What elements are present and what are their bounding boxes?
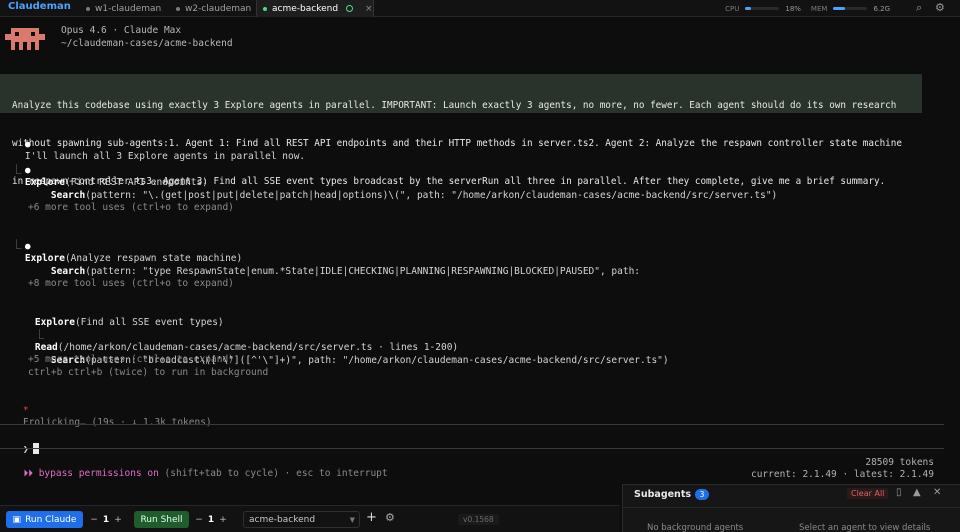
cpu-label: CPU	[725, 4, 740, 13]
app-version: v0.1568	[458, 514, 499, 525]
tab-status-dot	[263, 6, 267, 11]
input-divider-top	[0, 424, 944, 425]
bullet-icon: ●	[24, 240, 31, 252]
mem-meter-fill	[833, 7, 846, 10]
decrement-button[interactable]: −	[88, 515, 100, 525]
tree-connector-icon: ⎿	[34, 329, 45, 341]
tab-status-dot	[86, 6, 90, 11]
agent-3-more[interactable]: +5 more tool uses (ctrl+o to expand)	[28, 354, 234, 367]
tab-acme-backend[interactable]: acme-backend ×	[256, 0, 374, 17]
close-icon[interactable]: ✕	[933, 487, 941, 498]
tab-label: acme-backend	[272, 3, 339, 14]
terminal-icon: ▣	[12, 514, 22, 525]
prompt-line: Analyze this codebase using exactly 3 Ex…	[12, 100, 897, 112]
session-select[interactable]: acme-backend ▼	[243, 511, 360, 528]
activity-ring-icon	[346, 5, 354, 12]
run-claude-button[interactable]: ▣ Run Claude	[6, 511, 83, 528]
bypass-mode: bypass permissions on	[38, 468, 159, 479]
mem-meter	[833, 7, 868, 10]
working-directory: ~/claudeman-cases/acme-backend	[61, 38, 233, 49]
add-session-button[interactable]: +	[366, 510, 377, 525]
system-stats: CPU 18% MEM 6.2G	[725, 0, 900, 17]
run-shell-button[interactable]: Run Shell	[134, 511, 189, 528]
tree-connector-icon: ⎿	[12, 165, 22, 176]
bottom-toolbar: ▣ Run Claude − 1 + Run Shell − 1 + acme-…	[0, 505, 620, 532]
shell-count: 1	[207, 514, 215, 525]
spinner-text: Frolicking… (19s · ↓ 1.3k tokens)	[22, 417, 212, 429]
pin-icon[interactable]: ⌕	[916, 1, 922, 15]
run-claude-label: Run Claude	[25, 514, 77, 525]
tab-label: w2-claudeman	[185, 3, 252, 14]
detach-icon[interactable]: ▯	[896, 487, 902, 498]
claude-mascot-icon	[5, 28, 45, 50]
tool-name: Search	[50, 265, 86, 277]
agent-1-more[interactable]: +6 more tool uses (ctrl+o to expand)	[28, 202, 234, 215]
permission-status: ⏵⏵ bypass permissions on (shift+tab to c…	[12, 457, 388, 479]
tab-w1-claudeman[interactable]: w1-claudeman	[78, 0, 164, 17]
version-info: current: 2.1.49 · latest: 2.1.49	[750, 469, 934, 480]
background-hint: ctrl+b ctrl+b (twice) to run in backgrou…	[28, 367, 269, 378]
session-select-value: acme-backend	[249, 514, 316, 525]
shell-count-stepper: − 1 +	[193, 512, 229, 527]
tab-w2-claudeman[interactable]: w2-claudeman	[168, 0, 254, 17]
tool-name: Search	[50, 189, 86, 201]
subagents-count-badge: 3	[695, 489, 709, 500]
claude-count-stepper: − 1 +	[88, 512, 124, 527]
gear-icon[interactable]: ⚙	[935, 1, 945, 14]
prompt-chevron-icon: ❯	[22, 443, 29, 455]
model-info: Opus 4.6 · Claude Max	[61, 25, 182, 36]
tree-connector-icon: ⎿	[12, 240, 22, 251]
tab-status-dot	[176, 6, 180, 11]
claude-count: 1	[102, 514, 110, 525]
bullet-icon: ●	[24, 138, 31, 150]
mode-hint: (shift+tab to cycle) · esc to interrupt	[164, 468, 388, 479]
mem-label: MEM	[810, 4, 828, 13]
cpu-meter-fill	[745, 7, 752, 10]
cpu-value: 18%	[785, 4, 801, 13]
decrement-button[interactable]: −	[193, 515, 205, 525]
collapse-up-icon[interactable]: ▲	[913, 487, 921, 498]
token-count: 28509 tokens	[865, 457, 934, 468]
tool-args: (pattern: "type RespawnState|enum.*State…	[85, 265, 641, 277]
spinner-icon: *	[22, 404, 29, 416]
increment-button[interactable]: +	[112, 515, 124, 525]
session-settings-icon[interactable]: ⚙	[385, 511, 395, 524]
input-divider-bottom	[0, 448, 944, 449]
tool-args: (pattern: "\.(get|post|put|delete|patch|…	[85, 189, 778, 201]
panel-divider	[623, 507, 960, 508]
clear-all-button[interactable]: Clear All	[847, 488, 889, 499]
mem-value: 6.2G	[873, 4, 890, 13]
chevron-down-icon: ▼	[349, 515, 355, 524]
empty-agents-text: No background agents	[647, 523, 744, 532]
bullet-icon: ●	[24, 164, 31, 176]
app-brand: Claudeman	[8, 1, 71, 12]
cpu-meter	[745, 7, 780, 10]
subagents-panel: Subagents 3 Clear All ▯ ▲ ✕ No backgroun…	[622, 484, 960, 532]
details-hint: Select an agent to view details	[799, 523, 931, 532]
increment-button[interactable]: +	[217, 515, 229, 525]
top-bar: Claudeman w1-claudeman w2-claudeman acme…	[0, 0, 960, 17]
agent-2-more[interactable]: +8 more tool uses (ctrl+o to expand)	[28, 278, 234, 291]
tab-label: w1-claudeman	[95, 3, 162, 14]
bypass-icon: ⏵⏵	[23, 468, 33, 479]
terminal[interactable]: Opus 4.6 · Claude Max ~/claudeman-cases/…	[0, 18, 960, 455]
subagents-title: Subagents	[634, 489, 692, 500]
close-tab-icon[interactable]: ×	[365, 4, 373, 14]
user-prompt: Analyze this codebase using exactly 3 Ex…	[0, 74, 922, 187]
